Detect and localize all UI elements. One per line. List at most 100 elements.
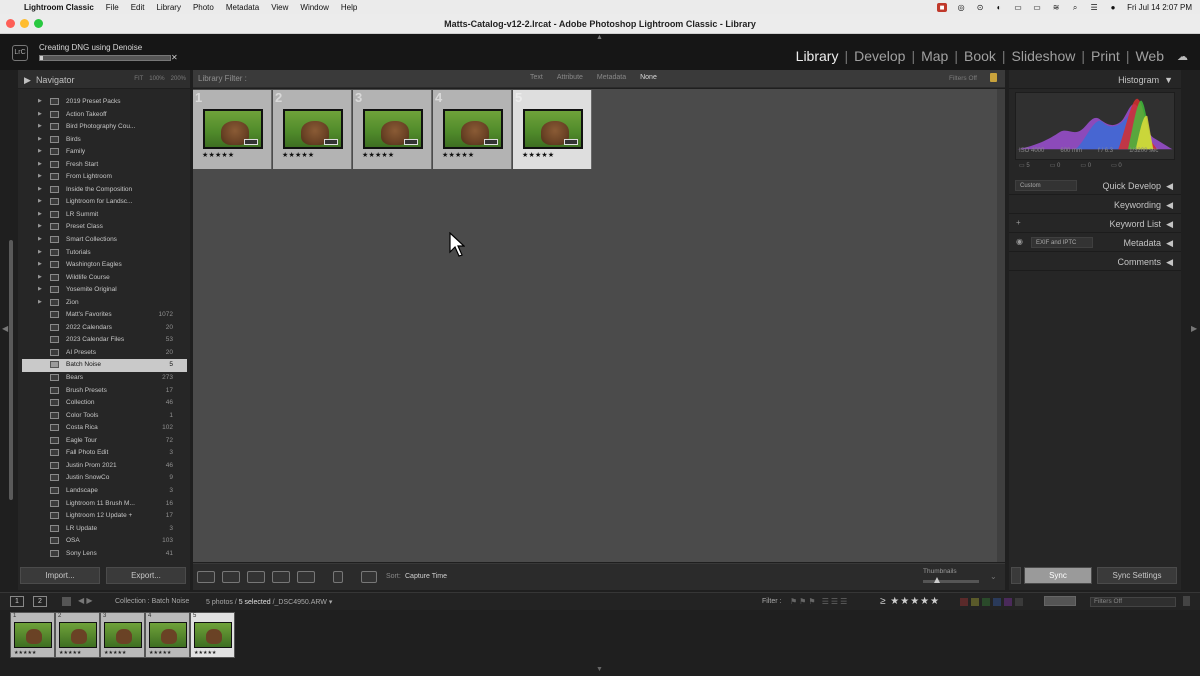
toolbar-menu-chevron-icon[interactable]: ⌄ (990, 572, 997, 581)
collection-item[interactable]: ▶ LR Summit (22, 209, 187, 222)
expand-triangle-icon[interactable]: ▶ (38, 261, 42, 267)
import-button[interactable]: Import... (20, 567, 100, 584)
lock-icon[interactable] (990, 73, 997, 82)
grid-cell-stars[interactable]: ★★★★★ (442, 151, 474, 159)
zoom-100[interactable]: 100% (149, 76, 164, 82)
lrc-menu-icon[interactable]: ▭ (1013, 3, 1023, 12)
collection-item[interactable]: Justin SnowCo 9 (22, 472, 187, 485)
flag-filter-icons[interactable]: ⚑⚑⚑ ☰☰☰ (790, 597, 849, 606)
grid-view-icon[interactable] (197, 571, 215, 583)
expand-triangle-icon[interactable]: ▶ (38, 211, 42, 217)
expand-triangle-icon[interactable]: ▶ (38, 148, 42, 154)
collection-item[interactable]: ▶ Birds (22, 134, 187, 147)
filmstrip-thumb[interactable]: 2 ★★★★★ (55, 612, 100, 658)
metadata-header[interactable]: ◉ EXIF and IPTC Metadata ◀ (1009, 233, 1181, 252)
top-panel-toggle-icon[interactable]: ▲ (596, 34, 603, 41)
collection-item[interactable]: ▶ Lightroom for Landsc... (22, 196, 187, 209)
keyword-list-header[interactable]: + Keyword List ◀ (1009, 214, 1181, 233)
expand-triangle-icon[interactable]: ▶ (38, 98, 42, 104)
collection-item[interactable]: Bears 273 (22, 372, 187, 385)
menu-photo[interactable]: Photo (193, 3, 214, 12)
expand-triangle-icon[interactable]: ▶ (38, 299, 42, 305)
menu-help[interactable]: Help (341, 3, 357, 12)
grid-cell-stars[interactable]: ★★★★★ (202, 151, 234, 159)
wifi-icon[interactable]: ≋ (1051, 3, 1061, 12)
module-print[interactable]: Print (1085, 48, 1126, 64)
expand-triangle-icon[interactable]: ▶ (38, 136, 42, 142)
filter-none[interactable]: None (640, 74, 657, 81)
expand-triangle-icon[interactable]: ▶ (38, 173, 42, 179)
collection-item[interactable]: Batch Noise 5 (22, 359, 187, 373)
expand-triangle-icon[interactable]: ▶ (38, 123, 42, 129)
bottom-panel-toggle-icon[interactable]: ▼ (596, 666, 603, 673)
photo-grid[interactable]: 1 ★★★★★ 2 ★★★★★ 3 ★★★★★ 4 ★★★★★ 5 ★★★★★ (193, 89, 997, 562)
collection-item[interactable]: ▶ Washington Eagles (22, 259, 187, 272)
secondary-display-button[interactable]: 2 (33, 596, 47, 607)
grid-cell-stars[interactable]: ★★★★★ (362, 151, 394, 159)
menu-window[interactable]: Window (300, 3, 328, 12)
filmstrip-thumb[interactable]: 4 ★★★★★ (145, 612, 190, 658)
grid-cell[interactable]: 1 ★★★★★ (193, 90, 272, 169)
module-develop[interactable]: Develop (848, 48, 911, 64)
menu-clock[interactable]: Fri Jul 14 2:07 PM (1127, 3, 1192, 12)
auto-sync-toggle[interactable] (1011, 567, 1021, 584)
expand-triangle-icon[interactable]: ▶ (38, 198, 42, 204)
collection-item[interactable]: ▶ Zion (22, 297, 187, 310)
eye-icon[interactable]: ◉ (1016, 237, 1023, 246)
bear-thumbnail[interactable] (363, 109, 423, 149)
collection-item[interactable]: ▶ Family (22, 146, 187, 159)
collection-item[interactable]: Costa Rica 102 (22, 422, 187, 435)
menu-file[interactable]: File (106, 3, 119, 12)
histogram-header[interactable]: Histogram ▼ (1009, 70, 1181, 89)
red-label-filter[interactable] (960, 598, 968, 606)
module-slideshow[interactable]: Slideshow (1006, 48, 1082, 64)
collection-item[interactable]: Matt's Favorites 1072 (22, 309, 187, 322)
quick-develop-header[interactable]: Custom Quick Develop ◀ (1009, 176, 1181, 195)
grid-cell[interactable]: 4 ★★★★★ (433, 90, 512, 169)
collection-item[interactable]: Collection 46 (22, 397, 187, 410)
cancel-task-icon[interactable]: ✕ (171, 53, 178, 62)
collection-item[interactable]: 2022 Calendars 20 (22, 322, 187, 335)
left-panel-toggle-icon[interactable]: ◀ (2, 324, 8, 333)
collection-item[interactable]: ▶ Wildlife Course (22, 272, 187, 285)
grid-shortcut-icon[interactable] (62, 597, 71, 606)
collection-item[interactable]: ▶ Inside the Composition (22, 184, 187, 197)
search-icon[interactable]: ⌕ (1070, 3, 1080, 12)
grid-cell-stars[interactable]: ★★★★★ (282, 151, 314, 159)
siri-icon[interactable]: ● (1108, 3, 1118, 12)
people-view-icon[interactable] (297, 571, 315, 583)
collection-item[interactable]: Justin Prom 2021 46 (22, 460, 187, 473)
expand-triangle-icon[interactable]: ▶ (38, 186, 42, 192)
collection-item[interactable]: ▶ Tutorials (22, 247, 187, 260)
collection-item[interactable]: Fall Photo Edit 3 (22, 447, 187, 460)
blue-label-filter[interactable] (993, 598, 1001, 606)
module-book[interactable]: Book (958, 48, 1002, 64)
filmstrip-source[interactable]: Collection : Batch Noise (115, 598, 189, 605)
sort-direction-icon[interactable] (361, 571, 377, 583)
add-keyword-icon[interactable]: + (1016, 218, 1021, 227)
collection-item[interactable]: Landscape 3 (22, 485, 187, 498)
expand-triangle-icon[interactable]: ▶ (38, 111, 42, 117)
left-panel-scrollbar[interactable] (9, 240, 13, 500)
survey-view-icon[interactable] (272, 571, 290, 583)
collection-item[interactable]: 2023 Calendar Files 53 (22, 334, 187, 347)
moon-icon[interactable]: ◐ (994, 3, 1004, 12)
menu-edit[interactable]: Edit (131, 3, 145, 12)
metadata-preset-select[interactable]: EXIF and IPTC (1031, 237, 1093, 248)
collection-item[interactable]: Lightroom 11 Brush M... 16 (22, 498, 187, 511)
sort-dropdown[interactable]: Capture Time (405, 573, 447, 580)
sync-settings-button[interactable]: Sync Settings (1097, 567, 1177, 584)
filmstrip-thumb[interactable]: 1 ★★★★★ (10, 612, 55, 658)
sync-button[interactable]: Sync (1024, 567, 1092, 584)
filter-metadata[interactable]: Metadata (597, 74, 626, 81)
collection-item[interactable]: AI Presets 20 (22, 347, 187, 360)
grid-cell[interactable]: 3 ★★★★★ (353, 90, 432, 169)
filmstrip-thumb[interactable]: 3 ★★★★★ (100, 612, 145, 658)
expand-triangle-icon[interactable]: ▶ (38, 161, 42, 167)
collection-item[interactable]: LR Update 3 (22, 523, 187, 536)
collection-item[interactable]: ▶ Action Takeoff (22, 109, 187, 122)
collection-item[interactable]: Color Tools 1 (22, 410, 187, 423)
thumbnails-slider[interactable] (923, 577, 979, 583)
primary-display-button[interactable]: 1 (10, 596, 24, 607)
keywording-header[interactable]: Keywording ◀ (1009, 195, 1181, 214)
